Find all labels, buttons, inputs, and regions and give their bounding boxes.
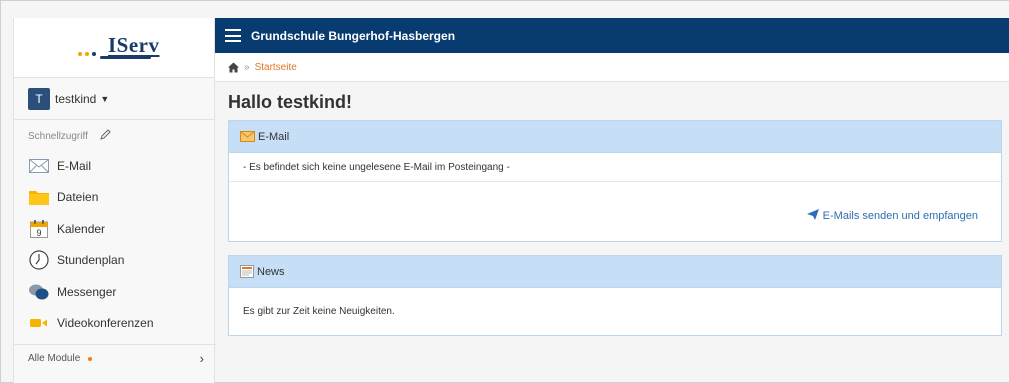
hamburger-menu-icon[interactable] [225, 29, 241, 42]
chat-icon [28, 282, 50, 302]
avatar: T [28, 87, 50, 110]
breadcrumb: » Startseite [215, 53, 1009, 82]
envelope-icon [240, 131, 255, 142]
username: testkind [55, 91, 97, 106]
breadcrumb-separator: » [244, 61, 250, 73]
chevron-right-icon: › [199, 351, 204, 366]
home-icon[interactable] [228, 62, 239, 73]
send-receive-link[interactable]: E-Mails senden und empfangen [806, 209, 978, 223]
page-title: Hallo testkind! [228, 92, 353, 112]
user-menu[interactable]: T testkind ▼ [14, 78, 214, 120]
logo-bar [100, 55, 151, 59]
breadcrumb-current[interactable]: Startseite [255, 62, 297, 73]
logo-area[interactable]: IServ [14, 18, 214, 78]
sidebar-item-timetable[interactable]: Stundenplan [14, 245, 214, 277]
paper-plane-icon [806, 209, 819, 223]
quick-access-header: Schnellzugriff [14, 122, 214, 150]
all-modules-label: Alle Module [28, 353, 81, 364]
news-panel: News Es gibt zur Zeit keine Neuigkeiten. [228, 255, 1002, 336]
sidebar-item-label: E-Mail [57, 158, 92, 173]
clock-icon [28, 250, 50, 270]
school-name: Grundschule Bungerhof-Hasbergen [251, 28, 456, 43]
sidebar-item-label: Stundenplan [57, 253, 125, 268]
calendar-day: 9 [36, 228, 41, 238]
news-panel-title: News [257, 265, 285, 278]
sidebar-item-video[interactable]: Videokonferenzen [14, 308, 214, 340]
top-bar: Grundschule Bungerhof-Hasbergen [215, 18, 1009, 53]
news-panel-header[interactable]: News [229, 256, 1001, 288]
sidebar-item-label: Kalender [57, 221, 106, 236]
email-panel-header[interactable]: E-Mail [229, 121, 1001, 153]
send-receive-label: E-Mails senden und empfangen [822, 210, 978, 222]
caret-down-icon: ▼ [100, 93, 110, 104]
mail-icon [28, 156, 50, 176]
quick-access-label: Schnellzugriff [28, 130, 88, 142]
all-modules-button[interactable]: Alle Module › [14, 344, 216, 372]
email-panel-title: E-Mail [258, 130, 290, 143]
email-panel: E-Mail - Es befindet sich keine ungelese… [228, 120, 1002, 242]
logo-dots [78, 51, 96, 56]
sidebar: IServ T testkind ▼ Schnellzugriff E-Mail… [13, 18, 216, 383]
pencil-icon[interactable] [100, 129, 111, 143]
email-status-message: - Es befindet sich keine ungelesene E-Ma… [229, 153, 1001, 182]
sidebar-item-label: Dateien [57, 190, 99, 205]
sidebar-item-label: Videokonferenzen [57, 316, 154, 331]
news-icon [240, 265, 254, 278]
video-icon [28, 313, 50, 333]
sidebar-item-label: Messenger [57, 284, 117, 299]
sidebar-item-email[interactable]: E-Mail [14, 150, 214, 182]
sidebar-item-files[interactable]: Dateien [14, 182, 214, 214]
notification-dot [88, 356, 93, 361]
news-status-message: Es gibt zur Zeit keine Neuigkeiten. [243, 305, 395, 317]
calendar-icon: 9 [28, 219, 50, 239]
sidebar-item-calendar[interactable]: 9 Kalender [14, 213, 214, 245]
iserv-logo: IServ [74, 31, 159, 65]
folder-icon [28, 187, 50, 207]
logo-text: IServ [108, 32, 160, 57]
sidebar-item-messenger[interactable]: Messenger [14, 276, 214, 308]
